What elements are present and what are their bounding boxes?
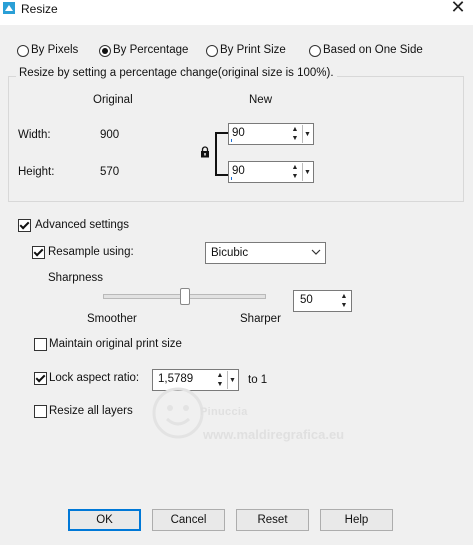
- lock-aspect-label: Lock aspect ratio:: [49, 372, 140, 384]
- height-label: Height:: [18, 166, 55, 178]
- maintain-print-size-label: Maintain original print size: [49, 338, 182, 350]
- ok-button[interactable]: OK: [68, 509, 141, 531]
- sharpness-value: 50: [300, 294, 313, 306]
- spin-up-icon[interactable]: ▲: [215, 371, 225, 379]
- cancel-button[interactable]: Cancel: [152, 509, 225, 531]
- watermark-url: www.maldiregrafica.eu: [203, 427, 345, 442]
- height-new-spinner[interactable]: 90 ▲ ▼ ▼: [228, 161, 314, 183]
- resize-all-layers-label: Resize all layers: [49, 405, 133, 417]
- close-icon[interactable]: ✕: [446, 0, 470, 18]
- radio-by-percentage[interactable]: [99, 45, 111, 57]
- radio-label-by-pixels: By Pixels: [31, 44, 79, 56]
- resample-checkbox[interactable]: [32, 246, 45, 259]
- radio-by-pixels[interactable]: [17, 45, 29, 57]
- radio-by-print-size[interactable]: [206, 45, 218, 57]
- spin-down-icon[interactable]: ▼: [215, 380, 225, 388]
- resize-all-layers-checkbox[interactable]: [34, 405, 47, 418]
- help-button[interactable]: Help: [320, 509, 393, 531]
- resample-method-value: Bicubic: [211, 247, 249, 259]
- aspect-ratio-suffix: to 1: [248, 374, 268, 386]
- aspect-ratio-value: 1,5789: [158, 373, 194, 385]
- maintain-print-size-checkbox[interactable]: [34, 338, 47, 351]
- spin-down-icon[interactable]: ▼: [290, 134, 300, 142]
- spin-up-icon[interactable]: ▲: [290, 163, 300, 171]
- window-title: Resize: [21, 2, 58, 16]
- dropdown-arrow-icon[interactable]: ▼: [227, 371, 237, 389]
- app-icon: [3, 2, 15, 14]
- watermark-smiley-icon: [152, 387, 204, 439]
- resample-method-select[interactable]: Bicubic: [205, 242, 326, 264]
- text-cursor: [231, 139, 232, 142]
- title-bar: [0, 0, 473, 24]
- padlock-icon[interactable]: [200, 146, 210, 158]
- radio-label-by-percentage: By Percentage: [113, 44, 189, 56]
- percentage-group-caption: Resize by setting a percentage change(or…: [16, 67, 337, 79]
- sharpness-spin-arrows[interactable]: ▲ ▼: [339, 292, 349, 310]
- advanced-settings-checkbox[interactable]: [18, 219, 31, 232]
- aspect-spin-arrows[interactable]: ▲ ▼: [215, 371, 225, 389]
- reset-button[interactable]: Reset: [236, 509, 309, 531]
- width-new-value: 90: [232, 127, 245, 139]
- sharpness-label: Sharpness: [48, 272, 103, 284]
- sharpness-min-label: Smoother: [87, 313, 137, 325]
- radio-label-based-on-one-side: Based on One Side: [323, 44, 423, 56]
- advanced-settings-label: Advanced settings: [35, 219, 129, 231]
- radio-based-on-one-side[interactable]: [309, 45, 321, 57]
- height-original-value: 570: [100, 166, 120, 178]
- text-cursor: [231, 177, 232, 180]
- sharpness-slider-thumb[interactable]: [180, 288, 190, 305]
- aspect-link-bracket: [215, 132, 229, 176]
- chevron-down-icon: [311, 249, 321, 255]
- dropdown-arrow-icon[interactable]: ▼: [302, 163, 312, 181]
- spin-up-icon[interactable]: ▲: [290, 125, 300, 133]
- spin-down-icon[interactable]: ▼: [339, 301, 349, 309]
- sharpness-max-label: Sharper: [240, 313, 281, 325]
- height-new-value: 90: [232, 165, 245, 177]
- radio-label-by-print-size: By Print Size: [220, 44, 286, 56]
- width-new-spinner[interactable]: 90 ▲ ▼ ▼: [228, 123, 314, 145]
- watermark-author: Pinuccia: [200, 406, 248, 418]
- spin-down-icon[interactable]: ▼: [290, 172, 300, 180]
- height-spin-arrows[interactable]: ▲ ▼: [290, 163, 300, 181]
- width-original-value: 900: [100, 129, 120, 141]
- sharpness-spinner[interactable]: 50 ▲ ▼: [293, 290, 352, 312]
- dropdown-arrow-icon[interactable]: ▼: [302, 125, 312, 143]
- spin-up-icon[interactable]: ▲: [339, 292, 349, 300]
- resample-label: Resample using:: [48, 246, 134, 258]
- original-header: Original: [93, 94, 133, 106]
- new-header: New: [249, 94, 273, 106]
- lock-aspect-checkbox[interactable]: [34, 372, 47, 385]
- width-spin-arrows[interactable]: ▲ ▼: [290, 125, 300, 143]
- width-label: Width:: [18, 129, 51, 141]
